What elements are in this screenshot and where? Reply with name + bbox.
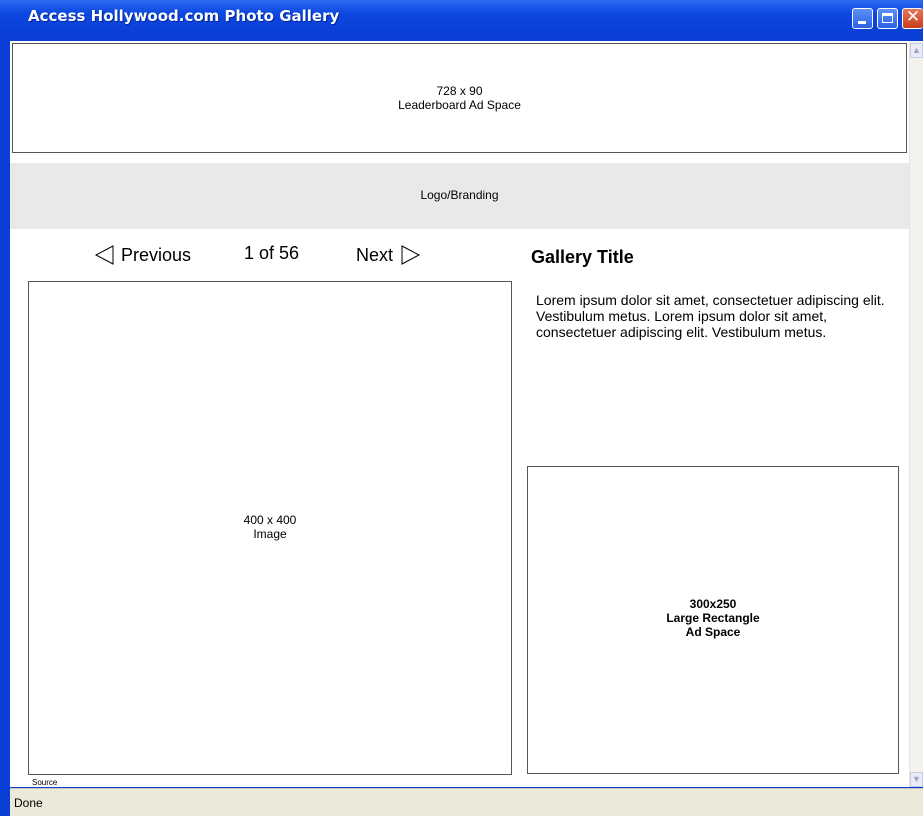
rectangle-ad-size: 300x250 bbox=[689, 597, 737, 611]
previous-link[interactable]: Previous bbox=[94, 240, 191, 270]
close-button[interactable]: ✕ bbox=[902, 7, 923, 29]
image-label: Image bbox=[253, 527, 287, 541]
image-size: 400 x 400 bbox=[243, 513, 297, 527]
vertical-scrollbar[interactable]: ▲ ▼ bbox=[909, 41, 923, 787]
scroll-down-arrow-icon[interactable]: ▼ bbox=[910, 772, 923, 787]
status-text: Done bbox=[14, 796, 43, 810]
close-icon: ✕ bbox=[905, 7, 921, 27]
image-source: Source bbox=[32, 778, 58, 787]
gallery-image[interactable]: 400 x 400 Image bbox=[28, 281, 512, 775]
triangle-left-icon bbox=[94, 245, 114, 265]
status-bar: Done bbox=[10, 788, 923, 816]
minimize-button[interactable] bbox=[852, 8, 873, 29]
next-label: Next bbox=[356, 244, 394, 265]
page-content: 728 x 90 Leaderboard Ad Space Logo/Brand… bbox=[10, 41, 909, 787]
next-link[interactable]: Next bbox=[356, 240, 421, 270]
logo-branding[interactable]: Logo/Branding bbox=[10, 163, 909, 229]
title-bar[interactable]: Access Hollywood.com Photo Gallery ✕ bbox=[0, 0, 923, 32]
large-rectangle-ad[interactable]: 300x250 Large Rectangle Ad Space bbox=[527, 466, 899, 774]
triangle-right-icon bbox=[401, 245, 421, 265]
gallery-title: Gallery Title bbox=[531, 247, 634, 267]
scroll-up-arrow-icon[interactable]: ▲ bbox=[910, 43, 923, 58]
maximize-icon bbox=[882, 13, 893, 23]
rectangle-ad-label-2: Ad Space bbox=[685, 625, 741, 639]
leaderboard-size: 728 x 90 bbox=[436, 84, 483, 98]
leaderboard-label: Leaderboard Ad Space bbox=[398, 98, 521, 112]
minimize-icon bbox=[858, 21, 866, 24]
gallery-description: Lorem ipsum dolor sit amet, consectetuer… bbox=[536, 292, 885, 340]
window-title: Access Hollywood.com Photo Gallery bbox=[28, 7, 340, 25]
maximize-button[interactable] bbox=[877, 8, 898, 29]
branding-label: Logo/Branding bbox=[420, 188, 499, 202]
browser-window: Access Hollywood.com Photo Gallery ✕ 728… bbox=[0, 0, 923, 816]
leaderboard-ad[interactable]: 728 x 90 Leaderboard Ad Space bbox=[12, 43, 907, 153]
previous-label: Previous bbox=[121, 244, 192, 265]
rectangle-ad-label: Large Rectangle bbox=[666, 611, 760, 625]
page-count: 1 of 56 bbox=[244, 243, 300, 263]
